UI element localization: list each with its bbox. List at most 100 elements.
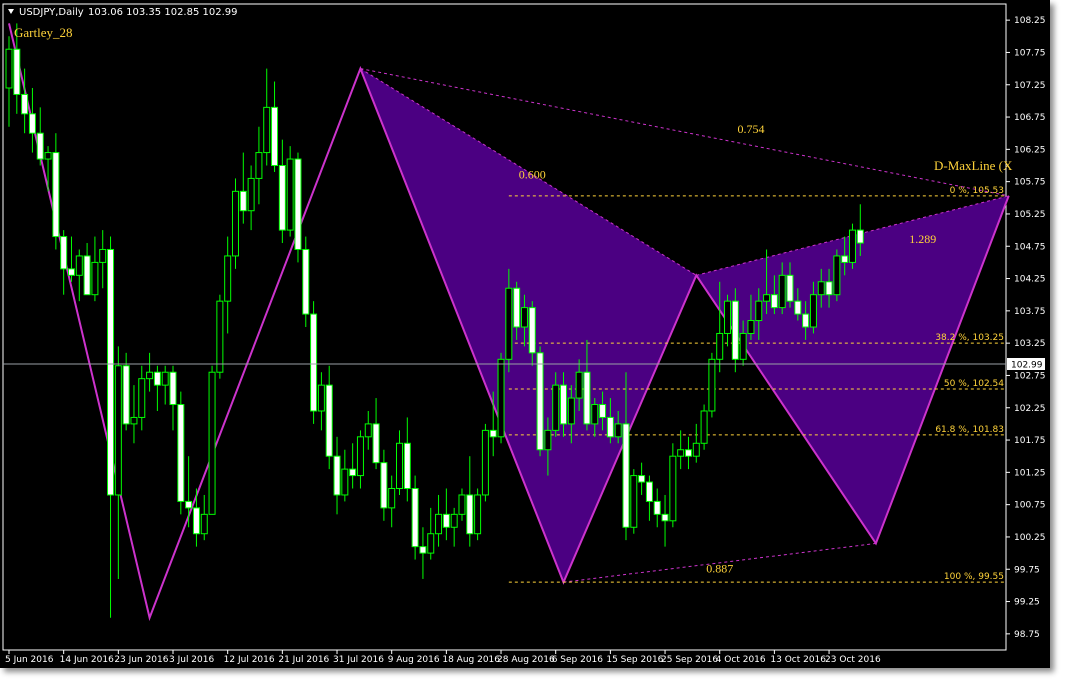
y-tick-label: 101.25 — [1014, 468, 1046, 478]
candle-body — [21, 93, 29, 115]
candle-body — [349, 468, 357, 477]
y-tick-label: 105.25 — [1014, 210, 1046, 220]
candle-body — [83, 255, 91, 296]
candle-body — [263, 106, 271, 154]
y-tick-label: 108.25 — [1014, 16, 1046, 26]
candle-body — [208, 371, 216, 515]
candle-body — [692, 442, 700, 457]
y-tick-label: 103.75 — [1014, 307, 1046, 317]
candle-body — [536, 352, 544, 451]
candle — [833, 249, 841, 302]
candle-body — [599, 404, 607, 418]
candle-body — [419, 546, 427, 554]
x-tick-label: 18 Aug 2016 — [442, 655, 500, 665]
y-tick-label: 104.25 — [1014, 275, 1046, 285]
candle — [208, 365, 216, 515]
fib-level-label: 50 %, 102.54 — [944, 379, 1004, 389]
y-tick-label: 107.75 — [1014, 48, 1046, 58]
candle — [536, 346, 544, 457]
candle-body — [185, 500, 193, 509]
candle-body — [60, 236, 68, 270]
candle-body — [474, 494, 482, 535]
candle-body — [146, 371, 154, 380]
candle-body — [684, 449, 692, 457]
candle-body — [489, 429, 497, 438]
fib-level-label: 0 %, 105.53 — [950, 186, 1004, 196]
candle-body — [677, 449, 685, 457]
y-tick-label: 103.25 — [1014, 339, 1046, 349]
candle-body — [325, 384, 333, 457]
x-tick-label: 9 Aug 2016 — [388, 655, 440, 665]
candle-body — [544, 429, 552, 451]
candle — [708, 352, 716, 418]
candle-body — [567, 397, 575, 425]
candle-body — [802, 313, 810, 328]
y-tick-label: 99.25 — [1014, 598, 1040, 608]
candle-body — [91, 261, 99, 296]
candle-body — [177, 404, 185, 502]
y-tick-label: 102.75 — [1014, 371, 1046, 381]
candle-body — [591, 404, 599, 425]
candle — [411, 475, 419, 560]
candle-body — [239, 190, 247, 212]
candle-body — [169, 371, 177, 406]
candle-body — [271, 106, 279, 166]
candle — [630, 469, 638, 534]
candle-body — [739, 332, 747, 360]
candle-body — [770, 294, 778, 309]
candle-body — [708, 358, 716, 412]
fib-level-label: 38.2 %, 103.25 — [935, 333, 1004, 343]
x-tick-label: 25 Sep 2016 — [661, 655, 718, 665]
candle-body — [661, 513, 669, 522]
candle-body — [403, 442, 411, 489]
x-tick-label: 23 Jun 2016 — [114, 655, 168, 665]
candle-body — [645, 481, 653, 502]
candle-body — [794, 300, 802, 315]
y-tick-label: 99.75 — [1014, 565, 1040, 575]
y-tick-label: 106.75 — [1014, 113, 1046, 123]
candle-body — [75, 255, 83, 276]
candle-body — [856, 229, 864, 244]
x-tick-label: 28 Aug 2016 — [497, 655, 555, 665]
x-tick-label: 14 Jun 2016 — [60, 655, 114, 665]
maxline-label: D-MaxLine (X — [934, 158, 1013, 173]
candle-body — [333, 455, 341, 496]
candle-body — [458, 494, 466, 515]
candle-body — [216, 300, 224, 373]
candle-body — [450, 513, 458, 528]
candle-body — [505, 287, 513, 360]
y-tick-label: 104.75 — [1014, 242, 1046, 252]
candle-body — [107, 248, 115, 496]
y-tick-label: 107.25 — [1014, 81, 1046, 91]
candle-body — [5, 48, 13, 89]
candle-body — [138, 378, 146, 418]
candle-body — [161, 371, 169, 386]
candle-body — [286, 158, 294, 231]
x-tick-label: 15 Sep 2016 — [606, 655, 663, 665]
candle — [669, 443, 677, 528]
fib-level-label: 100 %, 99.55 — [944, 572, 1004, 582]
candle-body — [481, 429, 489, 496]
candle-body — [809, 294, 817, 328]
candle — [481, 423, 489, 502]
pattern-name-label: Gartley_28 — [14, 25, 72, 40]
x-tick-label: 31 Jul 2016 — [333, 655, 384, 665]
candle-body — [731, 300, 739, 360]
candle-body — [310, 313, 318, 412]
x-tick-label: 3 Jul 2016 — [169, 655, 214, 665]
y-tick-label: 100.75 — [1014, 501, 1046, 511]
candle-body — [67, 268, 75, 276]
candle-body — [778, 274, 786, 309]
chart-window: 0 %, 105.53 38.2 %, 103.25 50 %, 102.54 61.… — [0, 0, 1066, 685]
candle-body — [427, 533, 435, 554]
candle-body — [294, 158, 302, 250]
y-tick-label: 106.25 — [1014, 145, 1046, 155]
candle-body — [247, 177, 255, 212]
chart-svg: 0 %, 105.53 38.2 %, 103.25 50 %, 102.54 61.… — [0, 0, 1050, 668]
candle — [731, 288, 739, 373]
candle — [216, 294, 224, 379]
x-tick-label: 23 Oct 2016 — [825, 655, 881, 665]
candle-body — [560, 384, 568, 425]
candle-body — [224, 255, 232, 302]
candle — [310, 301, 318, 424]
